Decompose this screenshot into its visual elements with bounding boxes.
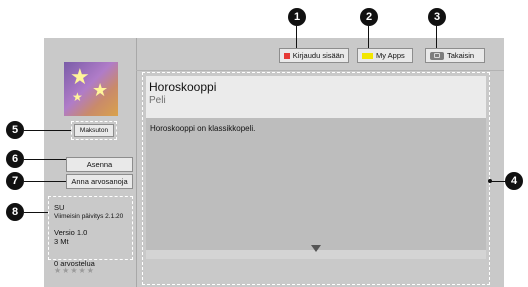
yellow-key-icon <box>362 52 373 59</box>
sidebar-divider <box>136 38 137 287</box>
my-apps-label: My Apps <box>376 51 405 60</box>
callout-1: 1 <box>288 8 306 26</box>
callout-3: 3 <box>428 8 446 26</box>
rate-label: Anna arvosanoja <box>71 177 128 186</box>
callout-3-leader <box>436 26 437 48</box>
header-divider <box>136 70 504 71</box>
version-text: Versio 1.0 <box>54 228 88 237</box>
app-title: Horoskooppi <box>149 80 217 94</box>
app-thumbnail: ★ ★ ★ <box>64 62 118 116</box>
app-category: Peli <box>149 95 166 106</box>
callout-8-leader <box>24 212 48 213</box>
callout-1-leader <box>296 26 297 48</box>
callout-5-leader <box>24 130 71 131</box>
callout-6-leader <box>24 159 66 160</box>
size-text: 3 Mt <box>54 237 69 246</box>
red-key-icon <box>284 52 290 59</box>
back-button[interactable]: Takaisin <box>425 48 485 63</box>
callout-7-leader <box>24 181 66 182</box>
login-label: Kirjaudu sisään <box>292 51 344 60</box>
back-remote-icon <box>430 51 444 60</box>
callout-8: 8 <box>6 203 24 221</box>
app-description: Horoskooppi on klassikkopeli. <box>150 124 256 133</box>
star-icon: ★ <box>70 64 90 89</box>
content-outline <box>142 72 490 285</box>
back-label: Takaisin <box>447 51 475 60</box>
publisher-text: SU <box>54 203 65 212</box>
login-button[interactable]: Kirjaudu sisään <box>279 48 349 63</box>
callout-4: 4 <box>505 172 523 190</box>
scroll-down-arrow-icon[interactable] <box>311 245 321 252</box>
callout-6: 6 <box>6 150 24 168</box>
callout-5: 5 <box>6 121 24 139</box>
install-button[interactable]: Asenna <box>66 157 133 172</box>
star-icon: ★ <box>92 80 109 100</box>
star-icon: ★ <box>72 90 83 104</box>
updated-text: Viimeisin päivitys 2.1.20 <box>54 213 124 220</box>
rating-stars: ★★★★★ <box>54 266 95 275</box>
install-label: Asenna <box>86 160 113 169</box>
callout-7: 7 <box>6 172 24 190</box>
focus-outline <box>71 121 117 140</box>
my-apps-button[interactable]: My Apps <box>357 48 413 63</box>
callout-2-leader <box>368 26 369 48</box>
callout-4-leader <box>490 181 506 182</box>
callout-2: 2 <box>360 8 378 26</box>
rate-button[interactable]: Anna arvosanoja <box>66 174 133 189</box>
